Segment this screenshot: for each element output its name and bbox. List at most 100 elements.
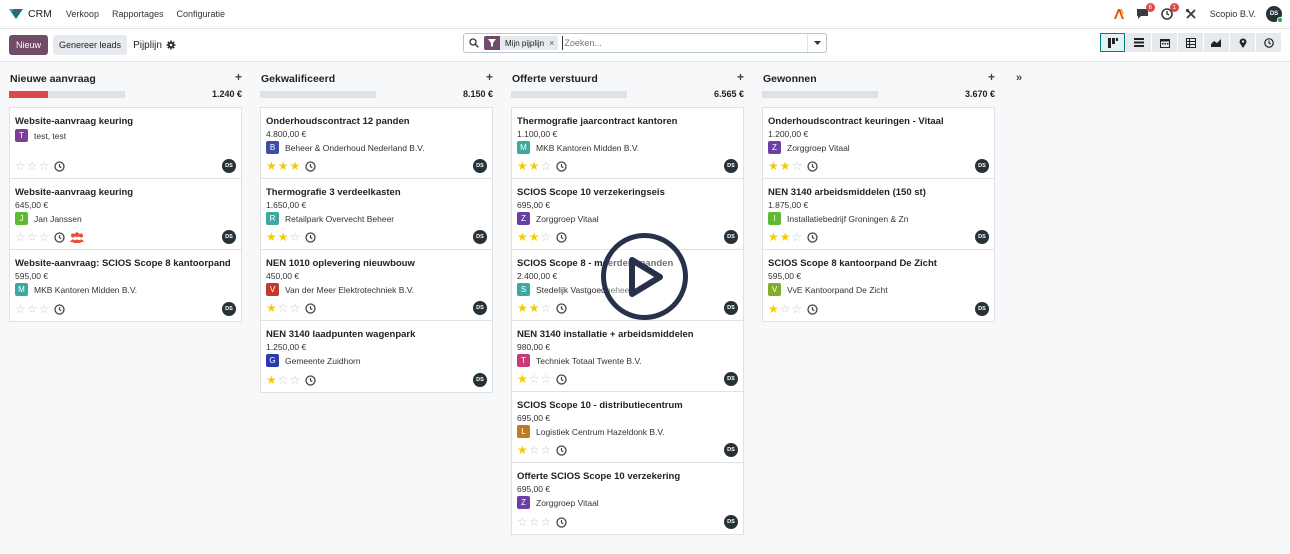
priority-star-icon[interactable]: ☆: [541, 160, 552, 172]
priority-star-icon[interactable]: ★: [529, 160, 540, 172]
opportunity-card[interactable]: Onderhoudscontract 12 panden 4.800,00 € B B…: [261, 108, 492, 179]
priority-star-icon[interactable]: ☆: [541, 373, 552, 385]
priority-star-icon[interactable]: ★: [517, 231, 528, 243]
generate-leads-button[interactable]: Genereer leads: [53, 35, 128, 55]
activity-clock-icon[interactable]: [807, 231, 818, 243]
priority-star-icon[interactable]: ★: [780, 231, 791, 243]
calendar-view-button[interactable]: [1152, 33, 1177, 52]
priority-star-icon[interactable]: ☆: [517, 516, 528, 528]
activity-clock-icon[interactable]: [556, 302, 567, 314]
priority-star-icon[interactable]: ☆: [780, 303, 791, 315]
priority-star-icon[interactable]: ☆: [541, 231, 552, 243]
crm-app-icon[interactable]: [8, 7, 24, 21]
assigned-user-avatar[interactable]: DS: [222, 302, 236, 316]
assigned-user-avatar[interactable]: DS: [222, 159, 236, 173]
activity-clock-icon[interactable]: [305, 231, 316, 243]
assigned-user-avatar[interactable]: DS: [975, 159, 989, 173]
priority-star-icon[interactable]: ★: [529, 302, 540, 314]
activities-icon[interactable]: 1: [1160, 3, 1179, 21]
column-title[interactable]: Gekwalificeerd: [261, 73, 335, 85]
priority-star-icon[interactable]: ☆: [792, 303, 803, 315]
assigned-user-avatar[interactable]: DS: [724, 443, 738, 457]
fold-columns-toggle[interactable]: »: [1016, 72, 1022, 84]
new-button[interactable]: Nieuw: [9, 35, 49, 55]
priority-star-icon[interactable]: ☆: [15, 160, 26, 172]
priority-star-icon[interactable]: ☆: [27, 160, 38, 172]
opportunity-card[interactable]: Website-aanvraag keuring 645,00 € J Jan Jan…: [10, 179, 241, 250]
priority-star-icon[interactable]: ★: [517, 373, 528, 385]
priority-star-icon[interactable]: ★: [768, 303, 779, 315]
column-progress-bar[interactable]: [260, 91, 376, 98]
priority-star-icon[interactable]: ☆: [541, 302, 552, 314]
menu-rapportages[interactable]: Rapportages: [112, 9, 164, 19]
opportunity-card[interactable]: NEN 3140 arbeidsmiddelen (150 st) 1.875,0…: [763, 179, 994, 250]
opportunity-card[interactable]: SCIOS Scope 8 kantoorpand De Zicht 595,00…: [763, 250, 994, 321]
priority-star-icon[interactable]: ★: [517, 444, 528, 456]
opportunity-card[interactable]: Onderhoudscontract keuringen - Vitaal 1.2…: [763, 108, 994, 179]
search-input[interactable]: [562, 36, 793, 50]
activity-clock-icon[interactable]: [54, 160, 65, 172]
menu-verkoop[interactable]: Verkoop: [66, 9, 99, 19]
priority-star-icon[interactable]: ☆: [290, 374, 301, 386]
user-avatar[interactable]: DS: [1266, 6, 1283, 23]
activity-clock-icon[interactable]: [807, 160, 818, 172]
pivot-view-button[interactable]: [1178, 33, 1203, 52]
activity-clock-icon[interactable]: [556, 373, 567, 385]
kanban-view-button[interactable]: [1100, 33, 1125, 52]
priority-star-icon[interactable]: ☆: [792, 160, 803, 172]
priority-star-icon[interactable]: ★: [529, 231, 540, 243]
opportunity-card[interactable]: Thermografie jaarcontract kantoren 1.100,…: [512, 108, 743, 179]
column-progress-bar[interactable]: [9, 91, 125, 98]
opportunity-card[interactable]: NEN 3140 laadpunten wagenpark 1.250,00 € G…: [261, 321, 492, 392]
assigned-user-avatar[interactable]: DS: [222, 230, 236, 244]
company-switcher[interactable]: Scopio B.V.: [1210, 9, 1256, 19]
activity-clock-icon[interactable]: [556, 231, 567, 243]
assigned-user-avatar[interactable]: DS: [473, 230, 487, 244]
priority-star-icon[interactable]: ☆: [15, 231, 26, 243]
activity-clock-icon[interactable]: [305, 302, 316, 314]
activity-clock-icon[interactable]: [54, 303, 65, 315]
column-progress-bar[interactable]: [511, 91, 627, 98]
priority-star-icon[interactable]: ☆: [290, 231, 301, 243]
activity-clock-icon[interactable]: [305, 160, 316, 172]
priority-star-icon[interactable]: ★: [266, 374, 277, 386]
quick-create-icon[interactable]: +: [737, 70, 744, 84]
column-title[interactable]: Offerte verstuurd: [512, 73, 598, 85]
priority-star-icon[interactable]: ☆: [290, 302, 301, 314]
priority-star-icon[interactable]: ★: [780, 160, 791, 172]
opportunity-card[interactable]: Website-aanvraag keuring Ttest, test ☆ ☆ ☆ DS: [10, 108, 241, 179]
priority-star-icon[interactable]: ★: [266, 160, 277, 172]
filter-facet[interactable]: Mijn pijplijn ×: [484, 36, 559, 50]
activity-clock-icon[interactable]: [305, 374, 316, 386]
activity-clock-icon[interactable]: [556, 516, 567, 528]
list-view-button[interactable]: [1126, 33, 1151, 52]
assigned-user-avatar[interactable]: DS: [724, 372, 738, 386]
priority-star-icon[interactable]: ☆: [278, 302, 289, 314]
priority-star-icon[interactable]: ☆: [15, 303, 26, 315]
priority-star-icon[interactable]: ☆: [541, 444, 552, 456]
gear-icon[interactable]: [166, 40, 176, 50]
opportunity-card[interactable]: Thermografie 3 verdeelkasten 1.650,00 € R R…: [261, 179, 492, 250]
facet-remove-icon[interactable]: ×: [549, 38, 558, 48]
activity-clock-icon[interactable]: [54, 231, 65, 243]
assigned-user-avatar[interactable]: DS: [473, 301, 487, 315]
assigned-user-avatar[interactable]: DS: [975, 230, 989, 244]
column-title[interactable]: Gewonnen: [763, 73, 817, 85]
priority-star-icon[interactable]: ☆: [27, 231, 38, 243]
tools-icon[interactable]: [1184, 7, 1198, 21]
quick-create-icon[interactable]: +: [988, 70, 995, 84]
priority-star-icon[interactable]: ★: [266, 302, 277, 314]
priority-star-icon[interactable]: ★: [517, 302, 528, 314]
priority-star-icon[interactable]: ☆: [529, 373, 540, 385]
priority-star-icon[interactable]: ★: [290, 160, 301, 172]
ai-assistant-icon[interactable]: [1112, 7, 1126, 21]
assigned-user-avatar[interactable]: DS: [473, 373, 487, 387]
opportunity-card[interactable]: SCIOS Scope 10 - distributiecentrum 695,0…: [512, 392, 743, 463]
priority-star-icon[interactable]: ☆: [39, 303, 50, 315]
activity-clock-icon[interactable]: [556, 444, 567, 456]
quick-create-icon[interactable]: +: [486, 70, 493, 84]
opportunity-card[interactable]: NEN 1010 oplevering nieuwbouw 450,00 € V Va…: [261, 250, 492, 321]
assigned-user-avatar[interactable]: DS: [724, 230, 738, 244]
assigned-user-avatar[interactable]: DS: [724, 515, 738, 529]
priority-star-icon[interactable]: ☆: [39, 231, 50, 243]
